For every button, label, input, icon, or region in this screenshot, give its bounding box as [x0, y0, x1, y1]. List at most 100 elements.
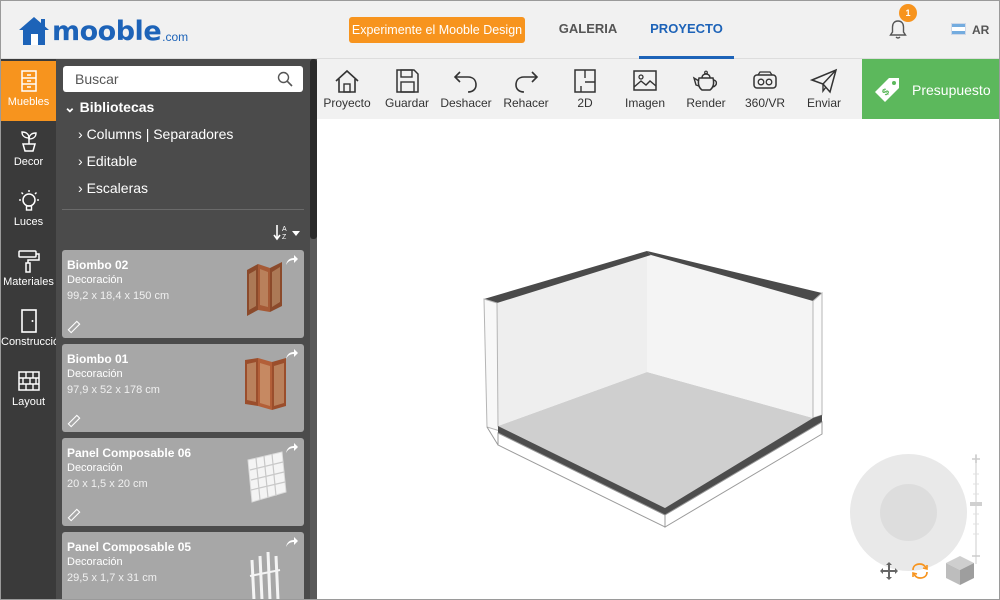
- product-category: Decoración: [67, 274, 123, 286]
- proyecto-button[interactable]: Proyecto: [317, 59, 377, 119]
- slat-panel-thumbnail: [249, 551, 281, 599]
- search-icon[interactable]: [277, 71, 293, 87]
- top-header: mooble .com Experimente el Mooble Design…: [1, 1, 999, 59]
- tool-label: Imagen: [624, 96, 666, 110]
- library-panel: ⌄ Bibliotecas › Columns | Separadores › …: [56, 59, 317, 599]
- door-icon: [20, 309, 37, 333]
- svg-text:A: A: [282, 226, 287, 233]
- image-icon: [633, 70, 657, 91]
- rail-item-layout[interactable]: Layout: [1, 361, 56, 421]
- plant-icon: [20, 131, 37, 152]
- svg-text:Z: Z: [282, 234, 287, 241]
- pan-arrows-icon[interactable]: [879, 561, 899, 581]
- library-item-label: Columns | Separadores: [86, 126, 234, 142]
- library-item-label: Editable: [86, 153, 138, 169]
- guardar-button[interactable]: Guardar: [378, 59, 436, 119]
- product-dimensions: 20 x 1,5 x 20 cm: [67, 478, 148, 490]
- presupuesto-button[interactable]: $ Presupuesto: [862, 59, 999, 119]
- rail-label: Muebles: [7, 96, 50, 108]
- product-card[interactable]: Biombo 02 Decoración 99,2 x 18,4 x 150 c…: [62, 250, 304, 338]
- teapot-icon: [692, 70, 718, 91]
- product-card[interactable]: Panel Composable 06 Decoración 20 x 1,5 …: [62, 438, 304, 526]
- cube-view-icon[interactable]: [944, 554, 976, 586]
- tool-label: Enviar: [806, 96, 841, 110]
- redo-icon: [515, 71, 539, 93]
- rail-label: Layout: [11, 396, 46, 408]
- tool-label: 360/VR: [744, 96, 786, 110]
- mooble-design-promo-button[interactable]: Experimente el Mooble Design: [349, 17, 525, 43]
- search-input[interactable]: [63, 66, 303, 92]
- rail-label: Decor: [13, 156, 44, 168]
- sort-az-icon[interactable]: A Z: [273, 223, 301, 241]
- nav-proyecto[interactable]: PROYECTO: [639, 1, 734, 59]
- house-icon: [335, 69, 359, 93]
- ruler-icon[interactable]: [67, 508, 81, 522]
- library-item-escaleras[interactable]: › Escaleras: [78, 180, 148, 196]
- ruler-icon[interactable]: [67, 320, 81, 334]
- product-card[interactable]: Biombo 01 Decoración 97,9 x 52 x 178 cm: [62, 344, 304, 432]
- lightbulb-icon: [18, 190, 39, 211]
- chevron-right-icon: ›: [78, 126, 83, 142]
- rail-label: Luces: [13, 216, 44, 228]
- vr-360-button[interactable]: 360/VR: [739, 59, 791, 119]
- product-dimensions: 29,5 x 1,7 x 31 cm: [67, 572, 157, 584]
- view-2d-button[interactable]: 2D: [562, 59, 608, 119]
- tool-label: Proyecto: [323, 96, 371, 110]
- rail-label: Construcción: [1, 336, 66, 348]
- tool-label: Render: [686, 96, 726, 110]
- price-tag-icon: $: [875, 78, 899, 102]
- scrollbar-thumb[interactable]: [310, 59, 317, 239]
- rail-item-muebles[interactable]: Muebles: [1, 61, 56, 121]
- language-selector[interactable]: AR: [972, 23, 989, 37]
- library-header[interactable]: ⌄ Bibliotecas: [64, 99, 154, 116]
- search-box: [63, 66, 303, 92]
- product-name: Biombo 02: [67, 258, 129, 272]
- 3d-viewport[interactable]: [317, 119, 999, 599]
- argentina-flag-icon[interactable]: [951, 23, 966, 35]
- product-name: Panel Composable 06: [67, 446, 192, 460]
- paint-roller-icon: [17, 250, 40, 273]
- rail-item-decor[interactable]: Decor: [1, 121, 56, 181]
- panel-scrollbar[interactable]: [310, 59, 317, 599]
- grid-panel-thumbnail: [247, 451, 287, 503]
- rehacer-button[interactable]: Rehacer: [497, 59, 555, 119]
- cabinet-icon: [20, 70, 37, 92]
- app-window: mooble .com Experimente el Mooble Design…: [0, 0, 1000, 600]
- paper-plane-icon: [810, 68, 838, 94]
- undo-icon: [453, 71, 477, 93]
- nav-galeria[interactable]: GALERIA: [546, 1, 630, 59]
- floor-plan-icon: [574, 69, 596, 93]
- tool-label: Rehacer: [503, 96, 549, 110]
- chevron-right-icon: ›: [78, 153, 83, 169]
- product-category: Decoración: [67, 556, 123, 568]
- library-title: Bibliotecas: [79, 99, 155, 115]
- mooble-logo[interactable]: mooble .com: [17, 13, 188, 47]
- rail-item-materiales[interactable]: Materiales: [1, 241, 56, 301]
- library-item-label: Escaleras: [86, 180, 149, 196]
- deshacer-button[interactable]: Deshacer: [437, 59, 495, 119]
- budget-label: Presupuesto: [912, 82, 991, 98]
- house-logo-icon: [19, 17, 49, 45]
- library-item-columns[interactable]: › Columns | Separadores: [78, 126, 233, 142]
- product-card[interactable]: Panel Composable 05 Decoración 29,5 x 1,…: [62, 532, 304, 599]
- chevron-right-icon: ›: [78, 180, 83, 196]
- logo-text: mooble: [52, 16, 162, 47]
- rail-item-luces[interactable]: Luces: [1, 181, 56, 241]
- imagen-button[interactable]: Imagen: [617, 59, 673, 119]
- product-category: Decoración: [67, 368, 123, 380]
- product-name: Biombo 01: [67, 352, 129, 366]
- product-dimensions: 99,2 x 18,4 x 150 cm: [67, 290, 170, 302]
- orbit-control-center[interactable]: [880, 484, 937, 541]
- logo-suffix: .com: [162, 30, 189, 44]
- folding-screen-thumbnail: [245, 358, 286, 410]
- rail-item-construccion[interactable]: Construcción: [1, 301, 66, 361]
- category-rail: Muebles Decor Luces Materiales Construcc…: [1, 59, 66, 599]
- rotate-icon[interactable]: [910, 561, 930, 581]
- zoom-slider[interactable]: [969, 454, 983, 564]
- product-name: Panel Composable 05: [67, 540, 192, 554]
- render-button[interactable]: Render: [678, 59, 734, 119]
- library-item-editable[interactable]: › Editable: [78, 153, 137, 169]
- enviar-button[interactable]: Enviar: [799, 59, 849, 119]
- product-dimensions: 97,9 x 52 x 178 cm: [67, 384, 160, 396]
- ruler-icon[interactable]: [67, 414, 81, 428]
